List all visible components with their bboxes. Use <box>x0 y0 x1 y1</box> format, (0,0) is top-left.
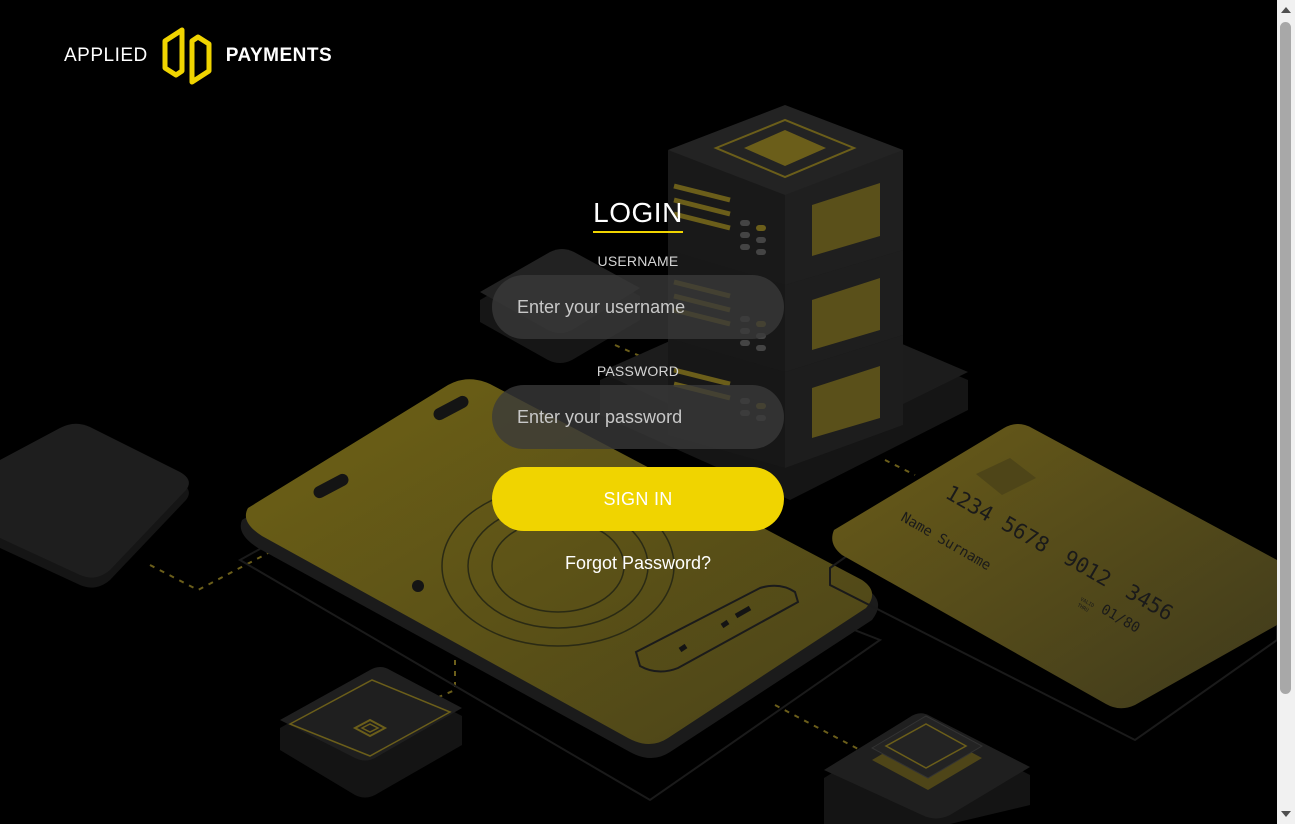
vertical-scrollbar[interactable] <box>1277 0 1295 824</box>
username-label: USERNAME <box>597 253 679 269</box>
brand-word-payments: PAYMENTS <box>225 45 333 66</box>
brand-logo[interactable]: APPLIED PAYMENTS <box>64 26 332 86</box>
credit-card-illustration: 1234 5678 9012 3456 Name Surname VALID T… <box>829 424 1277 742</box>
scroll-up-arrow-icon[interactable] <box>1281 7 1291 13</box>
scroll-down-arrow-icon[interactable] <box>1281 811 1291 817</box>
left-tile <box>0 423 189 588</box>
password-input[interactable] <box>492 385 784 449</box>
username-input[interactable] <box>492 275 784 339</box>
scrollbar-thumb[interactable] <box>1280 22 1291 694</box>
applied-payments-logo-icon <box>162 27 212 85</box>
password-label: PASSWORD <box>596 363 680 379</box>
chip-tile-left <box>280 667 462 798</box>
chip-tile-right <box>824 713 1030 824</box>
brand-word-applied: APPLIED <box>64 45 148 66</box>
login-title: LOGIN <box>593 196 683 233</box>
sign-in-button[interactable]: SIGN IN <box>492 467 784 531</box>
login-form: LOGIN USERNAME PASSWORD SIGN IN Forgot P… <box>492 196 784 574</box>
forgot-password-link[interactable]: Forgot Password? <box>565 553 711 574</box>
